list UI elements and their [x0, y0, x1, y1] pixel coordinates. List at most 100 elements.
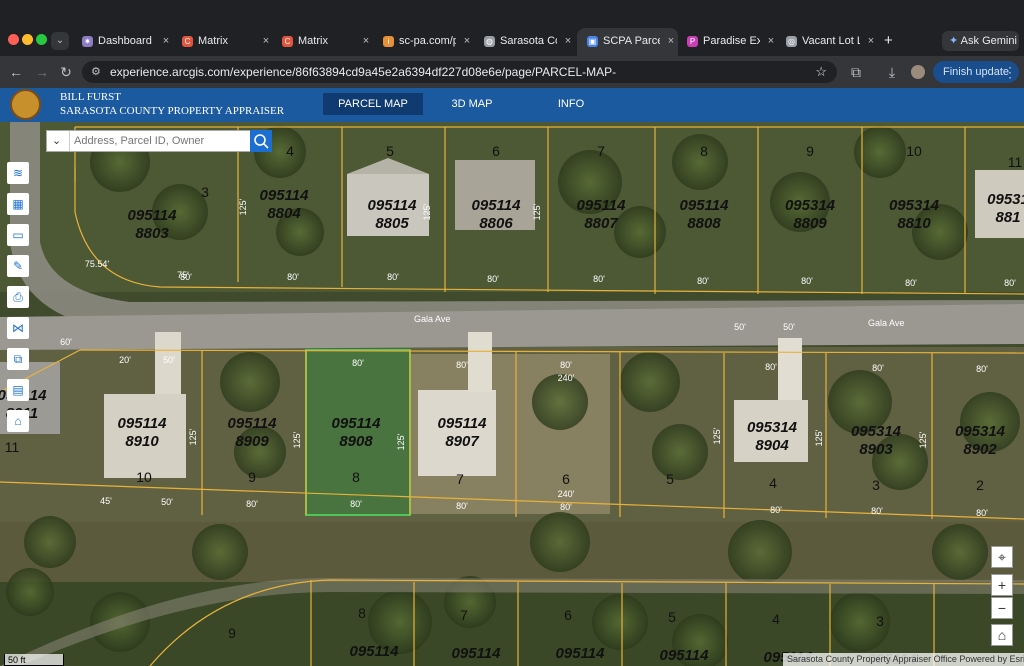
parcel-id-label: 8904 [755, 437, 789, 454]
browser-tab[interactable]: C Matrix [182, 30, 255, 52]
draw-button[interactable]: ✎ [7, 255, 29, 277]
compass-locate-icon[interactable]: ⌖ [991, 546, 1013, 568]
tree-canopy [592, 594, 648, 650]
bookmark-star-icon[interactable]: ☆ [815, 61, 827, 83]
tab-title: sc-pa.com/p [399, 35, 456, 48]
dimension-label: 80' [765, 362, 777, 372]
forward-icon[interactable]: → [32, 62, 52, 82]
search-button[interactable] [250, 130, 272, 152]
site-info-icon[interactable]: ⚙ [91, 61, 101, 83]
tab-title: Sarasota Cou [500, 35, 557, 48]
dimension-label: 125' [238, 198, 248, 215]
dimension-label: 80' [387, 272, 399, 282]
select-button[interactable]: ⧉ [7, 348, 29, 370]
profile-avatar[interactable] [911, 65, 925, 79]
zoom-in-button[interactable]: + [991, 574, 1013, 596]
dimension-label: 50' [163, 355, 175, 365]
parcel-id-label: 095114 [350, 643, 400, 660]
print-button[interactable]: ⎙ [7, 286, 29, 308]
browser-tab[interactable]: ◎ Vacant Lot L [786, 30, 860, 52]
dimension-label: 125' [532, 203, 542, 220]
locate-icon: ⌂ [14, 414, 22, 428]
tab-close-icon[interactable]: × [561, 30, 575, 52]
search-input[interactable] [69, 131, 260, 151]
tab-close-icon[interactable]: × [764, 30, 778, 52]
minimize-window-icon[interactable] [22, 34, 33, 45]
dimension-label: 80' [456, 360, 468, 370]
tab-close-icon[interactable]: × [864, 30, 878, 52]
back-icon[interactable]: ← [6, 62, 26, 82]
parcel-id-label: 095314 [851, 423, 902, 440]
parcel-id-label: 095114 [452, 645, 502, 662]
map-attribution: Sarasota County Property Appraiser Offic… [783, 653, 1024, 666]
address-bar[interactable]: ⚙ experience.arcgis.com/experience/86f63… [82, 61, 837, 83]
tab-title: Matrix [198, 35, 228, 48]
lot-number: 8 [352, 469, 360, 485]
layers-button[interactable]: ≋ [7, 162, 29, 184]
dimension-label: 50' [783, 322, 795, 332]
parcel-map[interactable]: Gala Ave Gala Ave 095114 8803 3 095114 8804 4… [0, 122, 1024, 666]
browser-tab[interactable]: ◍ Sarasota Cou [484, 30, 557, 52]
url-text[interactable]: experience.arcgis.com/experience/86f6389… [110, 61, 616, 83]
dimension-label: 80' [287, 272, 299, 282]
parcel-search[interactable]: ⌄ [46, 130, 272, 152]
dimension-label: 80' [593, 274, 605, 284]
lot-number: 7 [456, 471, 464, 487]
nav-tab-parcel-map[interactable]: PARCEL MAP [323, 93, 423, 115]
tab-close-icon[interactable]: × [460, 30, 474, 52]
search-dropdown-chevron-icon[interactable]: ⌄ [52, 131, 61, 151]
tab-favicon-icon: C [182, 35, 193, 47]
basemap-gallery-icon: ▦ [12, 197, 24, 211]
tree-canopy [932, 524, 988, 580]
table-button[interactable]: ▤ [7, 379, 29, 401]
close-window-icon[interactable] [8, 34, 19, 45]
dimension-label: 80' [770, 505, 782, 515]
browser-tab[interactable]: C Matrix [282, 30, 355, 52]
basemap-gallery-button[interactable]: ▦ [7, 193, 29, 215]
browser-tab[interactable]: i sc-pa.com/p [383, 30, 456, 52]
tree-canopy [652, 424, 708, 480]
extensions-icon[interactable]: ⧉ [846, 62, 866, 82]
browser-tab[interactable]: ▣ SCPA Parcel [587, 30, 660, 52]
dimension-label: 20' [119, 355, 131, 365]
new-tab-button[interactable]: + [884, 30, 893, 52]
lot-number: 3 [201, 184, 209, 200]
tab-close-icon[interactable]: × [359, 30, 373, 52]
maximize-window-icon[interactable] [36, 34, 47, 45]
dimension-label: 125' [712, 427, 722, 444]
parcel-id-label: 09531 [987, 191, 1024, 208]
tab-favicon-icon: i [383, 35, 394, 47]
tab-title: Vacant Lot L [802, 35, 860, 48]
tab-search-button[interactable]: ⌄ [51, 32, 69, 50]
tree-canopy [530, 512, 590, 572]
download-icon[interactable]: ⤓ [882, 62, 902, 82]
nav-tab-3d-map[interactable]: 3D MAP [433, 93, 511, 115]
tab-close-icon[interactable]: × [159, 30, 173, 52]
dimension-label: 80' [976, 508, 988, 518]
ask-gemini-button[interactable]: ✦ Ask Gemini [942, 31, 1019, 51]
parcel-id-label: 095114 [228, 415, 278, 432]
browser-tab[interactable]: ✷ Dashboard - [82, 30, 155, 52]
tab-close-icon[interactable]: × [259, 30, 273, 52]
nav-tab-info[interactable]: INFO [540, 93, 602, 115]
search-icon [254, 134, 269, 149]
reload-icon[interactable]: ↻ [56, 62, 76, 82]
tab-close-icon[interactable]: × [664, 30, 678, 52]
zoom-out-button[interactable]: − [991, 597, 1013, 619]
share-button[interactable]: ⋈ [7, 317, 29, 339]
tab-title: Paradise Exc [703, 35, 760, 48]
parcel-id-label: 095314 [955, 423, 1006, 440]
home-icon[interactable]: ⌂ [991, 624, 1013, 646]
lot-number: 9 [228, 625, 236, 641]
tab-title: Dashboard - [98, 35, 155, 48]
lot-number: 11 [5, 439, 20, 455]
locate-button[interactable]: ⌂ [7, 410, 29, 432]
map-canvas[interactable]: Gala Ave Gala Ave 09511488033 09511488044… [0, 122, 1024, 666]
dimension-label: 80' [801, 276, 813, 286]
browser-menu-icon[interactable]: ⋮ [1000, 62, 1020, 82]
lot-number: 8 [700, 143, 708, 159]
lot-number: 7 [597, 143, 605, 159]
measure-button[interactable]: ▭ [7, 224, 29, 246]
dimension-label: 125' [814, 429, 824, 446]
browser-tab[interactable]: P Paradise Exc [687, 30, 760, 52]
